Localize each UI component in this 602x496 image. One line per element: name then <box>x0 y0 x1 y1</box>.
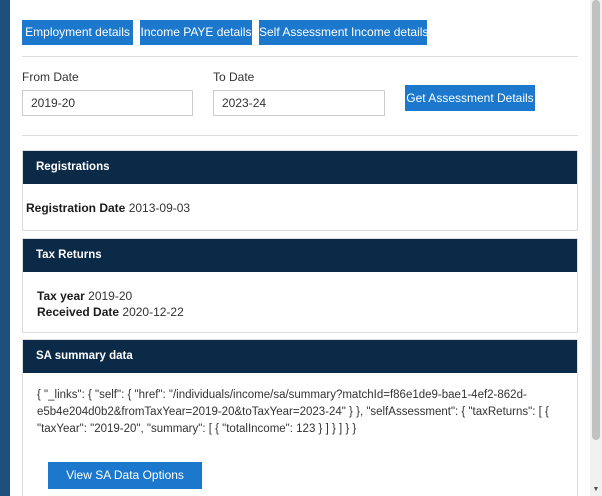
from-date-label: From Date <box>22 70 79 84</box>
employment-details-button[interactable]: Employment details <box>22 20 133 45</box>
sa-summary-panel: SA summary data { "_links": { "self": { … <box>22 339 578 496</box>
received-date-value: 2020-12-22 <box>122 305 184 319</box>
to-date-label: To Date <box>213 70 255 84</box>
sa-summary-header: SA summary data <box>23 340 577 373</box>
registration-date-value: 2013-09-03 <box>128 201 191 215</box>
scroll-down-arrow-icon[interactable]: ▼ <box>590 484 602 496</box>
registration-date-row: Registration Date 2013-09-03 <box>26 201 190 215</box>
received-date-row: Received Date 2020-12-22 <box>37 305 184 319</box>
divider <box>22 135 578 136</box>
divider <box>22 56 578 57</box>
tax-year-label: Tax year <box>37 289 85 303</box>
app-edge-strip <box>0 0 10 496</box>
income-paye-details-button[interactable]: Income PAYE details <box>140 20 252 45</box>
to-date-input[interactable]: 2023-24 <box>213 90 385 116</box>
from-date-input[interactable]: 2019-20 <box>22 90 193 116</box>
tax-returns-panel: Tax Returns Tax year 2019-20 Received Da… <box>22 238 578 333</box>
view-sa-data-options-button[interactable]: View SA Data Options <box>48 462 202 489</box>
tax-year-value: 2019-20 <box>88 289 133 303</box>
tax-returns-header: Tax Returns <box>23 239 577 272</box>
scrollbar-thumb[interactable] <box>592 0 600 440</box>
tax-year-row: Tax year 2019-20 <box>37 289 132 303</box>
sa-summary-json: { "_links": { "self": { "href": "/indivi… <box>37 389 549 435</box>
registration-date-label: Registration Date <box>26 201 126 215</box>
get-assessment-details-button[interactable]: Get Assessment Details <box>405 85 535 111</box>
registrations-header: Registrations <box>23 151 577 184</box>
self-assessment-income-details-button[interactable]: Self Assessment Income details <box>259 20 428 45</box>
registrations-panel: Registrations Registration Date 2013-09-… <box>22 150 578 231</box>
received-date-label: Received Date <box>37 305 120 319</box>
